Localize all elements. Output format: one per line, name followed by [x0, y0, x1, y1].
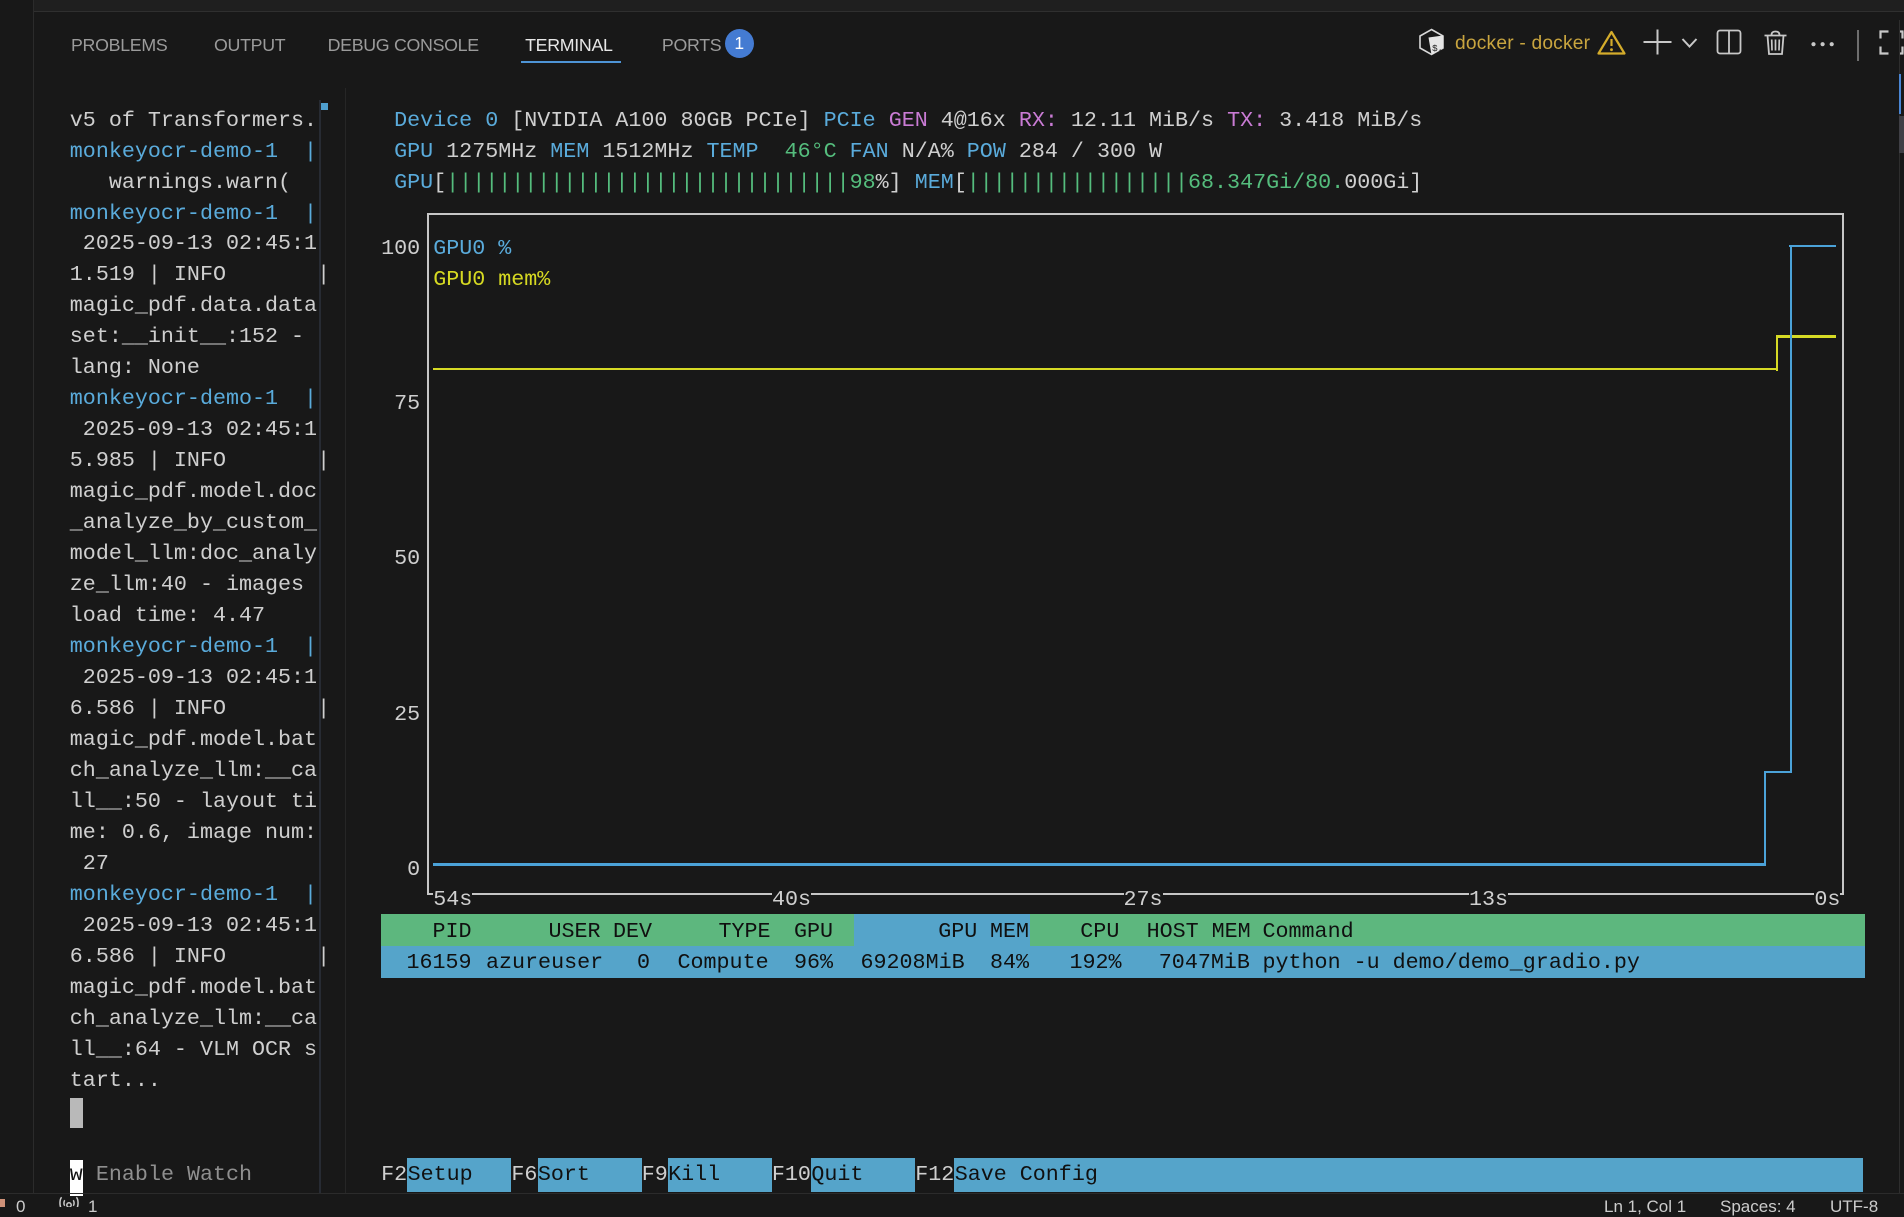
svg-text:$,: $, — [1432, 43, 1443, 54]
